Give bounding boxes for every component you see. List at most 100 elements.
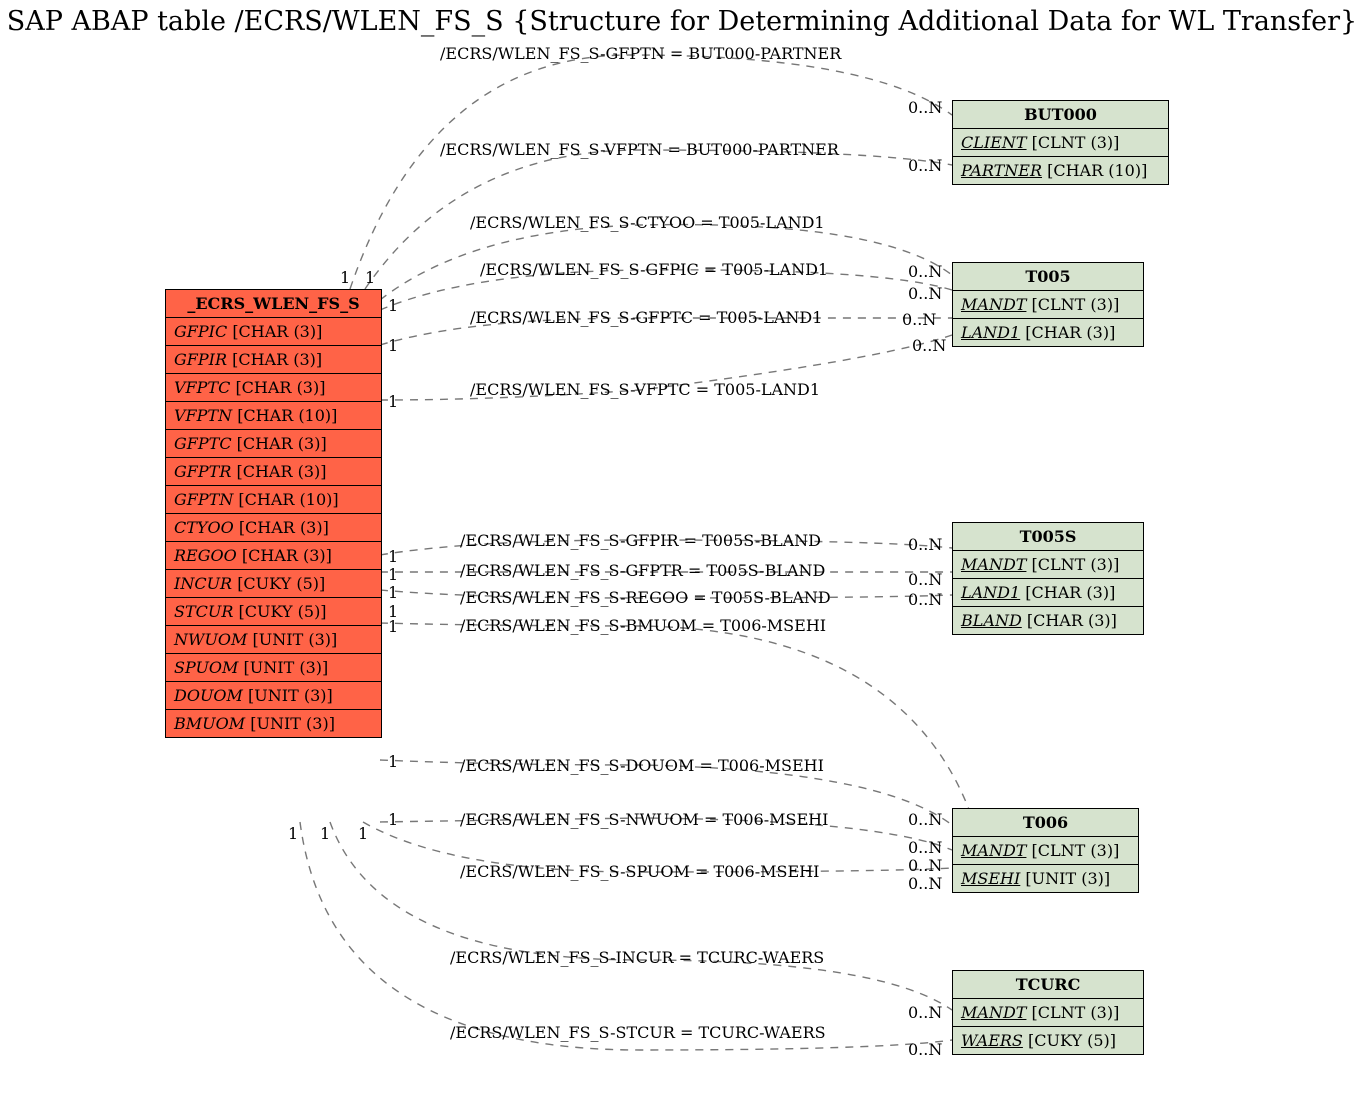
card-one: 1 [358, 824, 368, 843]
t: [CHAR (10)] [237, 406, 337, 425]
entity-but000-header: BUT000 [953, 101, 1168, 129]
edge-label-nwuom: /ECRS/WLEN_FS_S-NWUOM = T006-MSEHI [460, 810, 828, 829]
t: [CUKY (5)] [1028, 1031, 1116, 1050]
t: [CHAR (3)] [1025, 323, 1115, 342]
f: SPUOM [174, 658, 238, 677]
t: [CLNT (3)] [1032, 1003, 1120, 1022]
card-one: 1 [388, 565, 398, 584]
t: [UNIT (3)] [250, 714, 335, 733]
edge-label-douom: /ECRS/WLEN_FS_S-DOUOM = T006-MSEHI [460, 756, 824, 775]
f: MANDT [961, 841, 1026, 860]
entity-tcurc-header: TCURC [953, 971, 1143, 999]
t: [UNIT (3)] [248, 686, 333, 705]
t: [CHAR (10)] [238, 490, 338, 509]
card-many: 0..N [908, 1003, 942, 1022]
edge-label-bmuom: /ECRS/WLEN_FS_S-BMUOM = T006-MSEHI [460, 616, 826, 635]
f: GFPIR [174, 350, 227, 369]
card-many: 0..N [908, 535, 942, 554]
t: [CUKY (5)] [237, 574, 325, 593]
card-one: 1 [388, 336, 398, 355]
f: STCUR [174, 602, 233, 621]
card-one: 1 [388, 617, 398, 636]
t: [CHAR (3)] [232, 350, 322, 369]
card-many: 0..N [908, 570, 942, 589]
f: VFPTC [174, 378, 230, 397]
t: [CLNT (3)] [1032, 133, 1120, 152]
f: MANDT [961, 555, 1026, 574]
f: VFPTN [174, 406, 232, 425]
t: [CUKY (5)] [239, 602, 327, 621]
edge-label-ctyoo: /ECRS/WLEN_FS_S-CTYOO = T005-LAND1 [470, 213, 825, 232]
entity-t006: T006 MANDT [CLNT (3)] MSEHI [UNIT (3)] [952, 808, 1139, 893]
card-one: 1 [340, 268, 350, 287]
edge-label-gfptn: /ECRS/WLEN_FS_S-GFPTN = BUT000-PARTNER [440, 44, 841, 63]
t: [CHAR (3)] [1027, 611, 1117, 630]
card-one: 1 [388, 547, 398, 566]
card-one: 1 [320, 824, 330, 843]
entity-t005s: T005S MANDT [CLNT (3)] LAND1 [CHAR (3)] … [952, 522, 1144, 635]
f: REGOO [174, 546, 237, 565]
f: LAND1 [961, 583, 1020, 602]
t: [CLNT (3)] [1032, 841, 1120, 860]
t: [CHAR (10)] [1047, 161, 1147, 180]
f: DOUOM [174, 686, 243, 705]
t: [CHAR (3)] [235, 378, 325, 397]
card-one: 1 [288, 824, 298, 843]
edge-label-regoo: /ECRS/WLEN_FS_S-REGOO = T005S-BLAND [460, 588, 831, 607]
t: [UNIT (3)] [253, 630, 338, 649]
f: WAERS [961, 1031, 1023, 1050]
card-many: 0..N [912, 336, 946, 355]
f: NWUOM [174, 630, 247, 649]
card-one: 1 [388, 583, 398, 602]
entity-but000: BUT000 CLIENT [CLNT (3)] PARTNER [CHAR (… [952, 100, 1169, 185]
card-many: 0..N [908, 810, 942, 829]
card-many: 0..N [908, 874, 942, 893]
edge-label-incur: /ECRS/WLEN_FS_S-INCUR = TCURC-WAERS [450, 948, 824, 967]
entity-main-header: _ECRS_WLEN_FS_S [166, 290, 381, 318]
t: [UNIT (3)] [1025, 869, 1110, 888]
t: [CLNT (3)] [1032, 555, 1120, 574]
entity-t005-header: T005 [953, 263, 1143, 291]
entity-main: _ECRS_WLEN_FS_S GFPIC [CHAR (3)] GFPIR [… [165, 289, 382, 738]
card-one: 1 [365, 268, 375, 287]
f: GFPTC [174, 434, 232, 453]
card-one: 1 [388, 810, 398, 829]
edge-label-vfptc: /ECRS/WLEN_FS_S-VFPTC = T005-LAND1 [470, 380, 820, 399]
f: INCUR [174, 574, 232, 593]
f: GFPTR [174, 462, 231, 481]
card-many: 0..N [908, 98, 942, 117]
f: BLAND [961, 611, 1022, 630]
entity-t005: T005 MANDT [CLNT (3)] LAND1 [CHAR (3)] [952, 262, 1144, 347]
t: [CHAR (3)] [242, 546, 332, 565]
f: GFPTN [174, 490, 233, 509]
card-many: 0..N [902, 310, 936, 329]
edge-label-gfpir: /ECRS/WLEN_FS_S-GFPIR = T005S-BLAND [460, 531, 821, 550]
page-title: SAP ABAP table /ECRS/WLEN_FS_S {Structur… [0, 6, 1364, 37]
f: CLIENT [961, 133, 1027, 152]
f: PARTNER [961, 161, 1042, 180]
f: LAND1 [961, 323, 1020, 342]
card-many: 0..N [908, 856, 942, 875]
edge-label-stcur: /ECRS/WLEN_FS_S-STCUR = TCURC-WAERS [450, 1023, 826, 1042]
edge-label-gfpic: /ECRS/WLEN_FS_S-GFPIC = T005-LAND1 [480, 260, 828, 279]
card-many: 0..N [908, 156, 942, 175]
entity-t006-header: T006 [953, 809, 1138, 837]
f: MANDT [961, 1003, 1026, 1022]
t: [CHAR (3)] [236, 462, 326, 481]
t: [CHAR (3)] [237, 434, 327, 453]
edge-label-vfptn: /ECRS/WLEN_FS_S-VFPTN = BUT000-PARTNER [440, 140, 839, 159]
card-many: 0..N [908, 590, 942, 609]
f: CTYOO [174, 518, 234, 537]
t: [CLNT (3)] [1032, 295, 1120, 314]
edge-label-gfptc: /ECRS/WLEN_FS_S-GFPTC = T005-LAND1 [470, 308, 822, 327]
card-one: 1 [388, 296, 398, 315]
edge-label-spuom: /ECRS/WLEN_FS_S-SPUOM = T006-MSEHI [460, 862, 819, 881]
card-many: 0..N [908, 838, 942, 857]
card-many: 0..N [908, 284, 942, 303]
f: MANDT [961, 295, 1026, 314]
f: BMUOM [174, 714, 245, 733]
t: [CHAR (3)] [1025, 583, 1115, 602]
card-many: 0..N [908, 262, 942, 281]
entity-tcurc: TCURC MANDT [CLNT (3)] WAERS [CUKY (5)] [952, 970, 1144, 1055]
card-many: 0..N [908, 1040, 942, 1059]
